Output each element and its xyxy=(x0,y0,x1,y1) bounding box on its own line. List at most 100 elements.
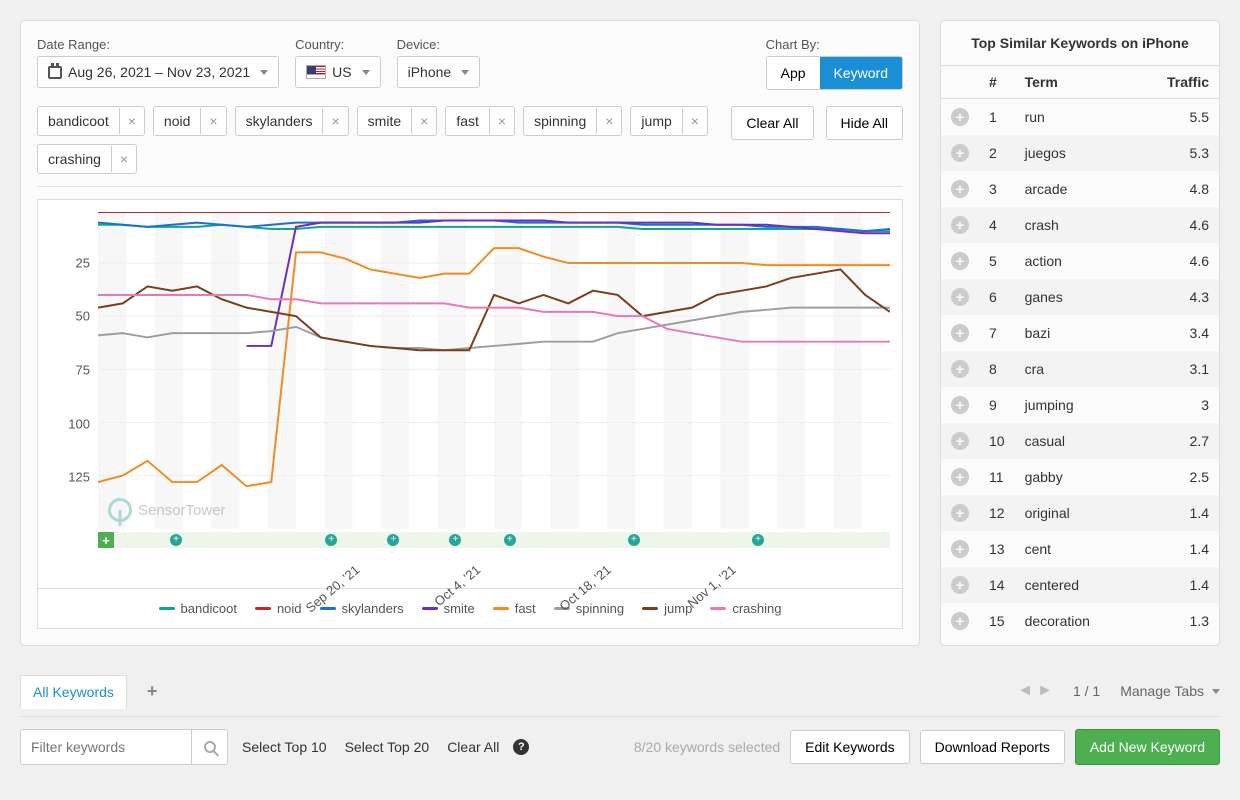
event-dot[interactable]: + xyxy=(170,534,182,546)
legend-item-noid[interactable]: noid xyxy=(255,601,302,616)
keyword-row[interactable]: +2juegos5.3 xyxy=(941,135,1219,171)
legend-swatch xyxy=(320,607,336,610)
legend-swatch xyxy=(493,607,509,610)
chip-remove-icon[interactable]: × xyxy=(411,108,436,134)
keyword-row[interactable]: +15decoration1.3 xyxy=(941,603,1219,639)
chip-remove-icon[interactable]: × xyxy=(489,108,514,134)
chip-remove-icon[interactable]: × xyxy=(111,146,136,172)
add-keyword-icon[interactable]: + xyxy=(951,216,969,234)
next-page-icon[interactable]: ► xyxy=(1037,682,1053,700)
legend-item-jump[interactable]: jump xyxy=(642,601,692,616)
legend-swatch xyxy=(422,607,438,610)
add-keyword-icon[interactable]: + xyxy=(951,324,969,342)
hide-all-chips-button[interactable]: Hide All xyxy=(826,106,903,140)
legend-swatch xyxy=(642,607,658,610)
select-top-10-button[interactable]: Select Top 10 xyxy=(238,733,331,761)
keyword-row[interactable]: +13cent1.4 xyxy=(941,531,1219,567)
add-keyword-icon[interactable]: + xyxy=(951,360,969,378)
legend-item-crashing[interactable]: crashing xyxy=(710,601,781,616)
chevron-down-icon xyxy=(260,70,268,75)
event-dot[interactable]: + xyxy=(387,534,399,546)
keyword-row[interactable]: +12original1.4 xyxy=(941,495,1219,531)
add-event-button[interactable]: + xyxy=(98,532,114,548)
manage-tabs-button[interactable]: Manage Tabs xyxy=(1120,683,1220,699)
legend-item-bandicoot[interactable]: bandicoot xyxy=(159,601,237,616)
chip-remove-icon[interactable]: × xyxy=(596,108,621,134)
keyword-chips: bandicoot×noid×skylanders×smite×fast×spi… xyxy=(37,106,715,174)
watermark: SensorTower xyxy=(108,498,226,522)
chip-label: smite xyxy=(358,107,411,135)
add-keyword-icon[interactable]: + xyxy=(951,432,969,450)
keyword-row[interactable]: +8cra3.1 xyxy=(941,351,1219,387)
select-top-20-button[interactable]: Select Top 20 xyxy=(341,733,434,761)
chip-remove-icon[interactable]: × xyxy=(200,108,225,134)
add-keyword-icon[interactable]: + xyxy=(951,108,969,126)
add-keyword-icon[interactable]: + xyxy=(951,144,969,162)
clear-all-button[interactable]: Clear All xyxy=(443,733,503,761)
country-value: US xyxy=(332,64,351,80)
add-keyword-icon[interactable]: + xyxy=(951,504,969,522)
chart-plot[interactable]: SensorTower xyxy=(98,212,890,532)
keyword-row[interactable]: +9jumping3 xyxy=(941,387,1219,423)
add-keyword-icon[interactable]: + xyxy=(951,468,969,486)
chip-remove-icon[interactable]: × xyxy=(119,108,144,134)
keyword-row[interactable]: +11gabby2.5 xyxy=(941,459,1219,495)
add-keyword-icon[interactable]: + xyxy=(951,180,969,198)
add-keyword-icon[interactable]: + xyxy=(951,288,969,306)
keyword-row[interactable]: +3arcade4.8 xyxy=(941,171,1219,207)
keyword-row[interactable]: +1run5.5 xyxy=(941,99,1219,136)
chip-spinning: spinning× xyxy=(523,106,622,136)
clear-all-chips-button[interactable]: Clear All xyxy=(731,106,813,140)
chip-label: fast xyxy=(446,107,489,135)
chart-by-keyword[interactable]: Keyword xyxy=(820,57,902,89)
add-keyword-icon[interactable]: + xyxy=(951,612,969,630)
device-select[interactable]: iPhone xyxy=(397,56,481,88)
event-dot[interactable]: + xyxy=(504,534,516,546)
chip-bandicoot: bandicoot× xyxy=(37,106,145,136)
col-traffic: Traffic xyxy=(1133,66,1219,99)
chart-by-label: Chart By: xyxy=(766,37,903,52)
tab-all-keywords[interactable]: All Keywords xyxy=(20,675,127,709)
legend-item-fast[interactable]: fast xyxy=(493,601,536,616)
chip-remove-icon[interactable]: × xyxy=(322,108,347,134)
chart-by-app[interactable]: App xyxy=(767,57,820,89)
keyword-row[interactable]: +7bazi3.4 xyxy=(941,315,1219,351)
event-dot[interactable]: + xyxy=(628,534,640,546)
legend-item-skylanders[interactable]: skylanders xyxy=(320,601,404,616)
legend-item-smite[interactable]: smite xyxy=(422,601,475,616)
keyword-row[interactable]: +5action4.6 xyxy=(941,243,1219,279)
keyword-row[interactable]: +10casual2.7 xyxy=(941,423,1219,459)
add-tab-button[interactable]: + xyxy=(139,677,166,706)
keyword-row[interactable]: +14centered1.4 xyxy=(941,567,1219,603)
help-icon[interactable]: ? xyxy=(513,739,529,755)
add-keyword-icon[interactable]: + xyxy=(951,252,969,270)
date-range-label: Date Range: xyxy=(37,37,279,52)
add-keyword-icon[interactable]: + xyxy=(951,576,969,594)
add-keyword-icon[interactable]: + xyxy=(951,396,969,414)
col-term: Term xyxy=(1015,66,1133,99)
add-keyword-icon[interactable]: + xyxy=(951,540,969,558)
similar-keywords-panel: Top Similar Keywords on iPhone # Term Tr… xyxy=(940,20,1220,646)
legend-swatch xyxy=(159,607,175,610)
filter-search-button[interactable] xyxy=(191,730,227,764)
main-panel: Date Range: Aug 26, 2021 – Nov 23, 2021 … xyxy=(20,20,920,646)
country-select[interactable]: US xyxy=(295,56,380,88)
sensortower-icon xyxy=(108,498,132,522)
actions-row: Select Top 10 Select Top 20 Clear All ? … xyxy=(20,717,1220,765)
keyword-row[interactable]: +4crash4.6 xyxy=(941,207,1219,243)
search-icon xyxy=(204,741,216,753)
event-dot[interactable]: + xyxy=(325,534,337,546)
event-dot[interactable]: + xyxy=(752,534,764,546)
prev-page-icon[interactable]: ◄ xyxy=(1017,682,1033,700)
event-dot[interactable]: + xyxy=(449,534,461,546)
chip-label: noid xyxy=(154,107,200,135)
chip-smite: smite× xyxy=(357,106,438,136)
keyword-row[interactable]: +6ganes4.3 xyxy=(941,279,1219,315)
download-reports-button[interactable]: Download Reports xyxy=(920,730,1065,764)
edit-keywords-button[interactable]: Edit Keywords xyxy=(790,730,909,764)
add-new-keyword-button[interactable]: Add New Keyword xyxy=(1075,729,1220,765)
calendar-icon xyxy=(48,66,62,79)
chip-remove-icon[interactable]: × xyxy=(682,108,707,134)
date-range-select[interactable]: Aug 26, 2021 – Nov 23, 2021 xyxy=(37,56,279,88)
filter-keywords-input[interactable] xyxy=(21,730,191,764)
